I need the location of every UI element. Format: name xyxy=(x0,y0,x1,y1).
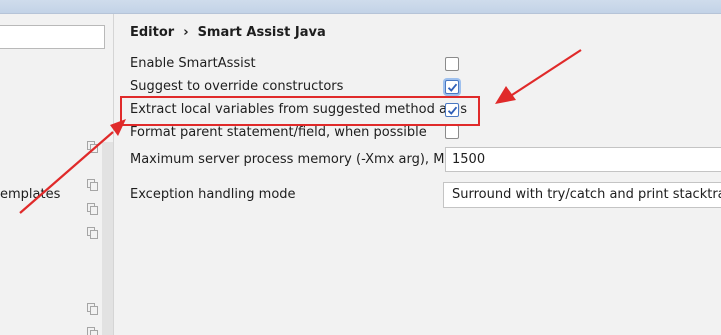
tree-item-label[interactable]: emplates xyxy=(0,187,60,202)
window-title-bar xyxy=(0,0,721,14)
suggest-override-label: Suggest to override constructors xyxy=(130,79,344,94)
exception-mode-label: Exception handling mode xyxy=(130,187,296,202)
exception-mode-select[interactable]: Surround with try/catch and print stackt… xyxy=(443,182,721,208)
checkmark-icon xyxy=(447,83,458,92)
enable-smartassist-label: Enable SmartAssist xyxy=(130,56,256,71)
enable-smartassist-checkbox[interactable] xyxy=(445,57,459,71)
breadcrumb-parent[interactable]: Editor xyxy=(130,25,174,40)
extract-local-vars-checkbox[interactable] xyxy=(445,103,459,117)
copy-icon xyxy=(87,203,98,215)
breadcrumb-separator: › xyxy=(183,24,189,40)
settings-tree-panel: emplates xyxy=(0,14,114,335)
copy-icon xyxy=(87,179,98,191)
breadcrumb-current: Smart Assist Java xyxy=(197,24,326,40)
format-parent-checkbox[interactable] xyxy=(445,125,459,139)
extract-local-vars-label: Extract local variables from suggested m… xyxy=(130,102,468,117)
breadcrumb: Editor › Smart Assist Java xyxy=(130,23,326,41)
tree-scrollbar[interactable] xyxy=(102,142,113,335)
format-parent-label: Format parent statement/field, when poss… xyxy=(130,125,427,140)
settings-search-input[interactable] xyxy=(0,25,105,49)
copy-icon xyxy=(87,141,98,153)
copy-icon xyxy=(87,303,98,315)
checkmark-icon xyxy=(447,106,458,115)
copy-icon xyxy=(87,227,98,239)
copy-icon xyxy=(87,327,98,335)
max-memory-input[interactable]: 1500 xyxy=(445,147,721,172)
suggest-override-checkbox[interactable] xyxy=(445,80,459,94)
settings-content: Editor › Smart Assist Java Enable SmartA… xyxy=(115,14,721,335)
max-memory-label: Maximum server process memory (-Xmx arg)… xyxy=(130,152,454,167)
